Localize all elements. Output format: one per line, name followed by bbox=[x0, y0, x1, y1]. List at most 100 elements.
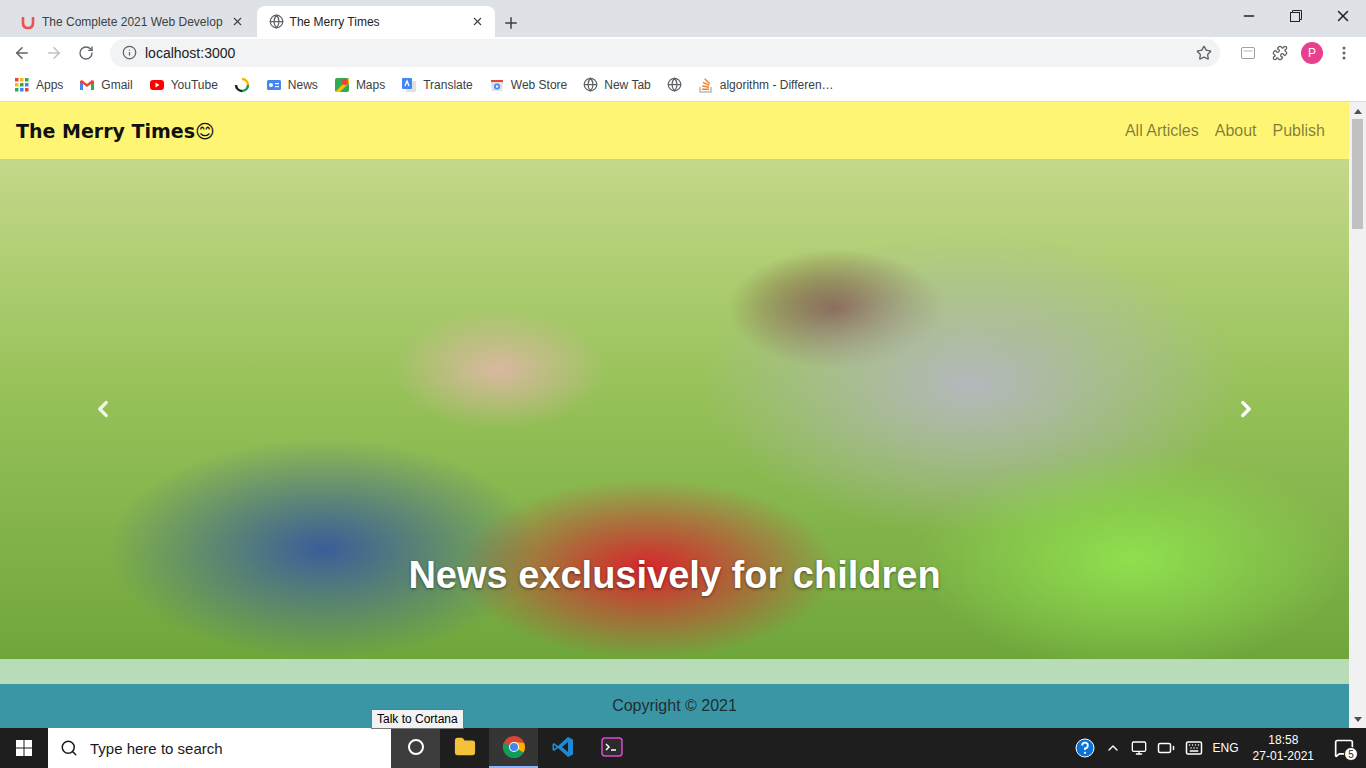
tab-close-button[interactable] bbox=[229, 13, 247, 31]
stack-overflow-icon bbox=[698, 77, 714, 93]
tab-title: The Merry Times bbox=[290, 15, 463, 29]
tab-close-button[interactable] bbox=[469, 13, 487, 31]
extension-button[interactable] bbox=[1234, 39, 1262, 67]
bookmark-label: Apps bbox=[36, 78, 63, 92]
close-icon bbox=[1334, 7, 1352, 25]
notification-button[interactable]: 5 bbox=[1328, 728, 1360, 768]
carousel-prev-button[interactable] bbox=[90, 396, 116, 422]
nav-link[interactable]: All Articles bbox=[1125, 122, 1199, 140]
back-button[interactable] bbox=[8, 39, 36, 67]
star-icon bbox=[1196, 45, 1212, 61]
globe-icon bbox=[583, 77, 598, 92]
forward-button[interactable] bbox=[40, 39, 68, 67]
cortana-tooltip: Talk to Cortana bbox=[371, 709, 464, 729]
nav-link[interactable]: Publish bbox=[1273, 122, 1325, 140]
meet-icon bbox=[1131, 740, 1147, 756]
taskbar: Type here to search ENG 18:5827-01-2021 5 bbox=[0, 728, 1366, 768]
taskbar-app[interactable] bbox=[391, 728, 440, 768]
section-strip bbox=[0, 659, 1349, 684]
bookmarks-bar: Apps Gmail YouTube News Maps Translate Web Sto… bbox=[0, 68, 1366, 102]
minimize-icon bbox=[1241, 8, 1257, 24]
start-button[interactable] bbox=[0, 728, 48, 768]
reload-button[interactable] bbox=[72, 39, 100, 67]
minimize-button[interactable] bbox=[1225, 0, 1272, 32]
menu-button[interactable] bbox=[1330, 39, 1358, 67]
site-brand[interactable]: The Merry Times😊 bbox=[16, 120, 215, 142]
notification-badge: 5 bbox=[1344, 747, 1358, 761]
help-icon bbox=[1075, 738, 1095, 758]
keyboard-icon bbox=[1185, 739, 1203, 757]
reload-icon bbox=[78, 45, 94, 61]
scroll-thumb[interactable] bbox=[1352, 119, 1363, 229]
page-viewport: The Merry Times😊 All Articles About Publish… bbox=[0, 102, 1366, 728]
bookmark[interactable] bbox=[228, 73, 256, 97]
bookmark[interactable]: Gmail bbox=[73, 73, 138, 97]
clock-date: 27-01-2021 bbox=[1253, 748, 1314, 764]
web-store-icon bbox=[489, 77, 505, 93]
site-navbar: The Merry Times😊 All Articles About Publish bbox=[0, 102, 1349, 159]
window-controls bbox=[1225, 0, 1366, 32]
taskbar-app[interactable] bbox=[489, 728, 538, 768]
taskbar-app[interactable] bbox=[587, 728, 636, 768]
globe-icon bbox=[667, 77, 682, 92]
scroll-up-button[interactable] bbox=[1349, 102, 1366, 119]
swirl-icon bbox=[234, 77, 250, 93]
gmail-icon bbox=[79, 77, 95, 93]
tab-strip: The Complete 2021 Web Develop The Merry T… bbox=[0, 0, 1366, 37]
udemy-icon bbox=[20, 14, 36, 30]
clock[interactable]: 18:5827-01-2021 bbox=[1249, 732, 1318, 764]
bookmark[interactable]: New Tab bbox=[577, 73, 656, 96]
address-bar[interactable]: localhost:3000 bbox=[110, 39, 1220, 67]
bookmark[interactable]: algorithm - Differen… bbox=[692, 73, 840, 97]
file-explorer-icon bbox=[454, 736, 476, 758]
page-content: The Merry Times😊 All Articles About Publish… bbox=[0, 102, 1349, 728]
bookmark-label: Web Store bbox=[511, 78, 567, 92]
clock-time: 18:58 bbox=[1268, 732, 1298, 748]
cortana-icon bbox=[407, 738, 425, 756]
nav-links: All Articles About Publish bbox=[1125, 122, 1325, 140]
scroll-up-icon bbox=[1354, 108, 1362, 114]
bookmark[interactable]: News bbox=[260, 73, 324, 97]
scroll-down-icon bbox=[1354, 717, 1362, 723]
carousel-caption: News exclusively for children bbox=[0, 554, 1349, 597]
bookmark[interactable]: Web Store bbox=[483, 73, 573, 97]
bookmark-label: Translate bbox=[423, 78, 473, 92]
desktop-screen: The Complete 2021 Web Develop The Merry T… bbox=[0, 0, 1366, 768]
profile-button[interactable]: P bbox=[1298, 39, 1326, 67]
bookmark[interactable]: YouTube bbox=[143, 73, 224, 97]
globe-icon bbox=[269, 14, 284, 29]
bookmark[interactable]: Translate bbox=[395, 73, 479, 97]
restore-button[interactable] bbox=[1272, 0, 1319, 32]
translate-icon bbox=[401, 77, 417, 93]
taskbar-app[interactable] bbox=[538, 728, 587, 768]
bookmark[interactable]: Apps bbox=[8, 73, 69, 97]
youtube-icon bbox=[149, 77, 165, 93]
plus-icon bbox=[502, 14, 520, 32]
bookmark-label: YouTube bbox=[171, 78, 218, 92]
close-window-button[interactable] bbox=[1319, 0, 1366, 32]
chrome-icon bbox=[502, 735, 526, 759]
terminal-icon bbox=[600, 735, 624, 759]
taskbar-app[interactable] bbox=[440, 728, 489, 768]
tab-title: The Complete 2021 Web Develop bbox=[42, 15, 223, 29]
bookmark[interactable]: Maps bbox=[328, 73, 391, 97]
browser-tab[interactable]: The Merry Times bbox=[257, 6, 495, 37]
taskbar-search[interactable]: Type here to search bbox=[48, 728, 391, 768]
language-indicator[interactable]: ENG bbox=[1213, 741, 1239, 755]
scroll-down-button[interactable] bbox=[1349, 711, 1366, 728]
new-tab-button[interactable] bbox=[497, 9, 525, 37]
page-scrollbar[interactable] bbox=[1349, 102, 1366, 728]
nav-link[interactable]: About bbox=[1215, 122, 1257, 140]
windows-logo-icon bbox=[16, 740, 32, 756]
bookmark-label: Gmail bbox=[101, 78, 132, 92]
bookmark-label: Maps bbox=[356, 78, 385, 92]
chevron-left-icon bbox=[90, 396, 116, 422]
extensions-button[interactable] bbox=[1266, 39, 1294, 67]
puzzle-icon bbox=[1272, 45, 1288, 61]
bookmark[interactable] bbox=[661, 73, 688, 96]
browser-tab[interactable]: The Complete 2021 Web Develop bbox=[8, 6, 255, 37]
news-icon bbox=[266, 77, 282, 93]
profile-avatar: P bbox=[1301, 42, 1323, 64]
system-tray: ENG 18:5827-01-2021 5 bbox=[1075, 728, 1366, 768]
carousel-next-button[interactable] bbox=[1233, 396, 1259, 422]
